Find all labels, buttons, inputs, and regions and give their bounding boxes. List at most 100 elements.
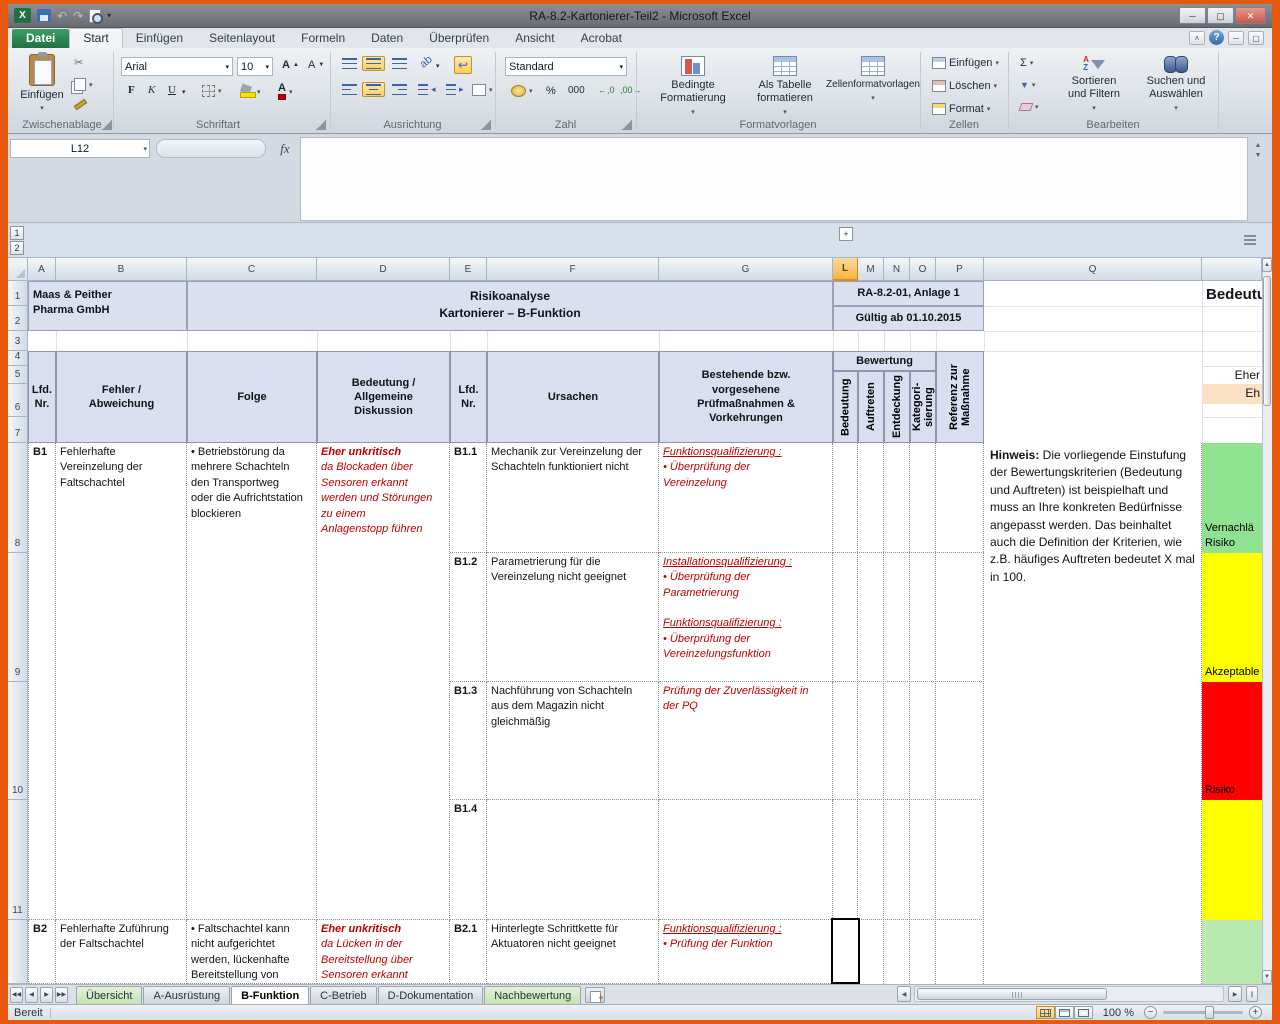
th-massnahmen[interactable]: Bestehende bzw. vorgesehene Prüfmaßnahme… [659, 351, 833, 443]
sheet-tab-b-funktion[interactable]: B-Funktion [231, 986, 309, 1004]
col-header-N[interactable]: N [884, 258, 910, 281]
tab-formeln[interactable]: Formeln [288, 29, 358, 48]
sheet-tab-c-betrieb[interactable]: C-Betrieb [310, 986, 376, 1004]
th-rot-bedeutung[interactable]: Bedeutung [833, 371, 858, 443]
cell-b2-folge[interactable]: • Faltschachtel kann nicht aufgerichtet … [187, 920, 317, 984]
minimize-button[interactable] [1179, 7, 1206, 24]
page-layout-view-icon[interactable] [1055, 1006, 1074, 1019]
name-box-dropdown[interactable] [143, 145, 147, 153]
clear-button[interactable] [1016, 101, 1043, 113]
hscroll-left-icon[interactable]: ◀ [897, 986, 911, 1002]
row-header-8[interactable]: 8 [8, 443, 28, 553]
fill-button[interactable]: ▼ [1016, 78, 1039, 92]
formula-input[interactable] [300, 137, 1248, 221]
clipboard-dialog-launcher[interactable] [102, 120, 112, 130]
tab-ueberpruefen[interactable]: Überprüfen [416, 29, 502, 48]
col-header-C[interactable]: C [187, 258, 317, 281]
sheet-tab-a-ausruestung[interactable]: A-Ausrüstung [143, 986, 230, 1004]
cell-b1-fehler[interactable]: Fehlerhafte Vereinzelung der Faltschacht… [56, 443, 187, 920]
outline-level-1-button[interactable]: 1 [10, 226, 24, 240]
increase-decimal-button[interactable]: ←,0 [594, 83, 619, 97]
insert-worksheet-icon[interactable] [585, 987, 605, 1003]
autosum-button[interactable]: Σ [1016, 55, 1037, 71]
qat-customize-dropdown[interactable] [107, 11, 111, 20]
font-dialog-launcher[interactable] [316, 120, 326, 130]
selected-cell-L12[interactable] [831, 918, 860, 984]
decrease-indent-button[interactable]: ◂ [414, 82, 440, 97]
cell-styles-button[interactable]: Zellenformatvorlagen [830, 54, 916, 124]
cell-b21-ursache[interactable]: Hinterlegte Schrittkette für Aktuatoren … [487, 920, 659, 984]
maximize-button[interactable] [1207, 7, 1234, 24]
fx-icon[interactable]: fx [272, 139, 298, 158]
row-header-5[interactable]: 5 [8, 366, 28, 384]
cell-clipped-bedeutung[interactable]: Bedeutu [1202, 281, 1262, 306]
cell-doc-ref[interactable]: RA-8.2-01, Anlage 1 [833, 281, 984, 306]
align-left-button[interactable] [338, 82, 361, 97]
vertical-scroll-thumb[interactable] [1263, 276, 1271, 406]
th-rot-referenz[interactable]: Referenz zur Maßnahme [936, 351, 984, 443]
row-header-12[interactable] [8, 920, 28, 984]
cell-b12-ursache[interactable]: Parametrierung für die Vereinzelung nich… [487, 553, 659, 682]
print-preview-icon[interactable] [89, 9, 101, 23]
wrap-text-button[interactable]: ↩ [454, 56, 472, 74]
page-break-view-icon[interactable] [1074, 1006, 1093, 1019]
percent-format-button[interactable]: % [542, 83, 560, 99]
sheet-tab-nachbewertung[interactable]: Nachbewertung [484, 986, 581, 1004]
cell-doc-title[interactable]: Risikoanalyse Kartonierer – B-Funktion [187, 281, 833, 331]
zoom-slider[interactable] [1163, 1011, 1243, 1014]
row-header-1[interactable]: 1 [8, 281, 28, 306]
cell-b2-bedeutung[interactable]: Eher unkritischda Lücken in der Bereitst… [317, 920, 450, 984]
cell-clipped-eher[interactable]: Eher [1202, 366, 1262, 384]
cell-b12-id[interactable]: B1.2 [450, 553, 487, 682]
workbook-restore-icon[interactable] [1248, 31, 1264, 45]
th-bewertung[interactable]: Bewertung [833, 351, 936, 371]
col-header-A[interactable]: A [28, 258, 56, 281]
cell-b1-id[interactable]: B1 [28, 443, 56, 920]
cell-b21-id[interactable]: B2.1 [450, 920, 487, 984]
scroll-down-icon[interactable]: ▼ [1262, 970, 1272, 984]
redo-icon[interactable] [73, 9, 83, 23]
col-header-B[interactable]: B [56, 258, 187, 281]
cell-b1-folge[interactable]: • Betriebstörung da mehrere Schachteln d… [187, 443, 317, 920]
cell-b2-id[interactable]: B2 [28, 920, 56, 984]
insert-cells-button[interactable]: Einfügen [928, 55, 1003, 71]
th-rot-entdeckung[interactable]: Entdeckung [884, 371, 910, 443]
th-folge[interactable]: Folge [187, 351, 317, 443]
align-middle-button[interactable] [362, 56, 385, 71]
col-header-P[interactable]: P [936, 258, 984, 281]
sheet-tab-d-dokumentation[interactable]: D-Dokumentation [378, 986, 484, 1004]
row-header-3[interactable]: 3 [8, 331, 28, 351]
currency-format-button[interactable] [507, 83, 537, 99]
tab-split-handle[interactable]: ∥ [1246, 986, 1258, 1002]
cell-b21-massnahme[interactable]: Funktionsqualifizierung :• Prüfung der F… [659, 920, 833, 984]
tab-einfuegen[interactable]: Einfügen [123, 29, 196, 48]
borders-button[interactable] [198, 83, 226, 99]
close-button[interactable] [1235, 7, 1266, 24]
cell-b13-ursache[interactable]: Nachführung von Schachteln aus dem Magaz… [487, 682, 659, 800]
cell-b2-fehler[interactable]: Fehlerhafte Zuführung der Faltschachtel [56, 920, 187, 984]
merge-center-button[interactable] [468, 82, 497, 98]
tab-start[interactable]: Start [69, 28, 122, 48]
col-header-Q[interactable]: Q [984, 258, 1202, 281]
outline-expand-button[interactable]: + [839, 227, 853, 241]
col-header-D[interactable]: D [317, 258, 450, 281]
col-header-G[interactable]: G [659, 258, 833, 281]
paste-button[interactable]: Einfügen [16, 52, 68, 126]
name-box[interactable]: L12 [10, 139, 150, 158]
align-bottom-button[interactable] [388, 56, 411, 71]
row-header-2[interactable]: 2 [8, 306, 28, 331]
zoom-level[interactable]: 100 % [1103, 1007, 1134, 1019]
fill-color-button[interactable] [236, 83, 265, 100]
zoom-out-icon[interactable]: − [1144, 1006, 1157, 1019]
delete-cells-button[interactable]: Löschen [928, 78, 1001, 94]
col-header-M[interactable]: M [858, 258, 884, 281]
cell-clipped-eh[interactable]: Eh [1202, 384, 1262, 404]
minimize-ribbon-icon[interactable] [1189, 31, 1205, 45]
increase-indent-button[interactable]: ▸ [442, 82, 468, 97]
row-header-11[interactable]: 11 [8, 800, 28, 920]
font-color-button[interactable]: A [274, 82, 296, 102]
number-format-select[interactable]: Standard [505, 57, 627, 76]
format-painter-button[interactable] [70, 100, 91, 109]
sheet-tab-uebersicht[interactable]: Übersicht [76, 986, 142, 1004]
prev-sheet-icon[interactable]: ◀ [25, 987, 38, 1003]
